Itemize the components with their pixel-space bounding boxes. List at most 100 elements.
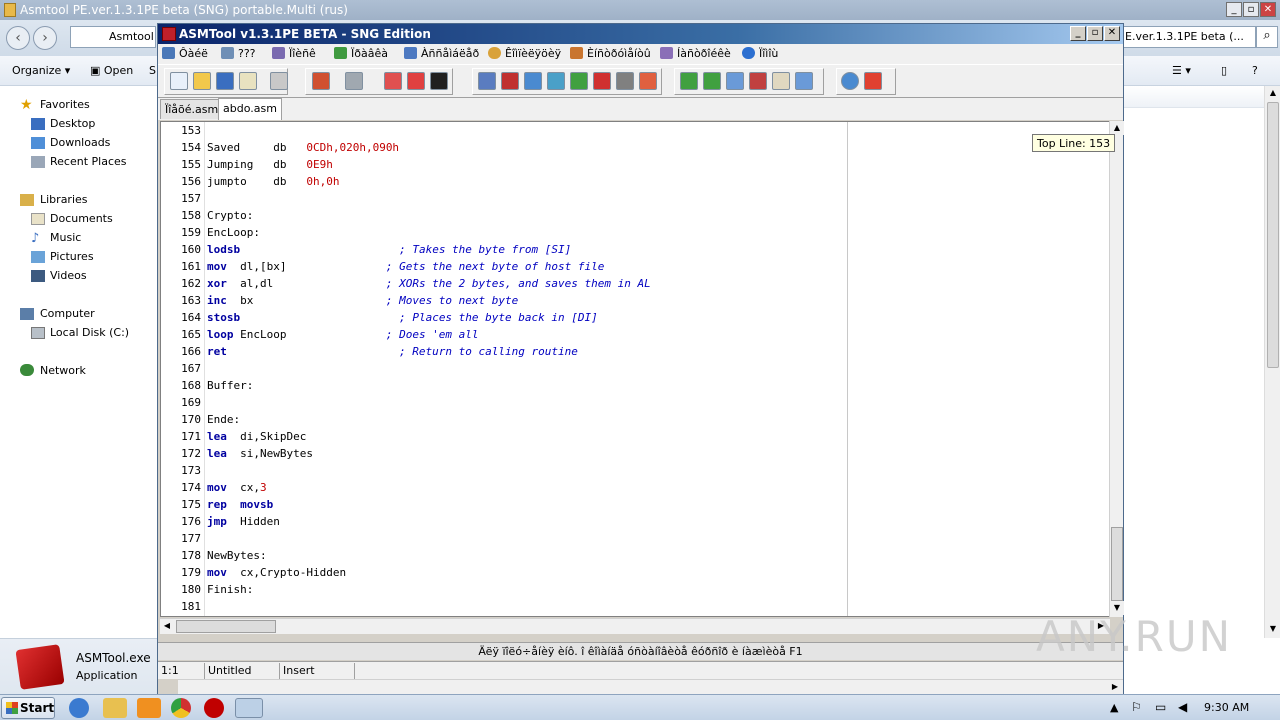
print-icon[interactable]	[270, 72, 288, 90]
check-icon[interactable]	[570, 72, 588, 90]
hammer-icon[interactable]	[312, 72, 330, 90]
app-minimize-button[interactable]: _	[1070, 26, 1086, 41]
code-line[interactable]: mov cx,Crypto-Hidden	[207, 566, 346, 579]
scroll-up-icon[interactable]: ▲	[1110, 121, 1124, 135]
code-line[interactable]: lea si,NewBytes	[207, 447, 313, 460]
clock[interactable]: 9:30 AM	[1204, 701, 1249, 714]
clipboard-icon[interactable]	[547, 72, 565, 90]
code-line[interactable]: EncLoop:	[207, 226, 260, 239]
volume-icon[interactable]: ◀	[1178, 700, 1187, 714]
asmtool-taskbar-button[interactable]	[235, 698, 263, 718]
close-button[interactable]: ✕	[1260, 2, 1276, 17]
menu-tools[interactable]: Èíñòðóìåíòû	[570, 47, 651, 60]
forward-icon[interactable]: ›	[33, 26, 57, 50]
share-button[interactable]: S	[149, 64, 156, 77]
menu-correction[interactable]: Ïðàâêà	[334, 47, 388, 60]
code-line[interactable]: Crypto:	[207, 209, 253, 222]
menu-search[interactable]: Ïîèñê	[272, 47, 316, 60]
editor-horizontal-scrollbar[interactable]: ◀ ▶	[160, 618, 1110, 634]
new-file-icon[interactable]	[170, 72, 188, 90]
code-line[interactable]: jumpto db 0h,0h	[207, 175, 339, 188]
code-editor[interactable]: Saved db 0CDh,020h,090h Jumping db 0E9h ju…	[160, 121, 1110, 617]
cut-icon[interactable]	[749, 72, 767, 90]
binary-icon[interactable]	[593, 72, 611, 90]
code-line[interactable]: rep movsb	[207, 498, 273, 511]
console-icon[interactable]	[430, 72, 448, 90]
nav-documents[interactable]: Documents	[50, 212, 113, 225]
list-icon[interactable]	[478, 72, 496, 90]
code-line[interactable]: NewBytes:	[207, 549, 267, 562]
com-icon[interactable]	[407, 72, 425, 90]
code-line[interactable]: Ende:	[207, 413, 240, 426]
organize-button[interactable]: Organize ▾	[12, 64, 70, 77]
redo-icon[interactable]	[703, 72, 721, 90]
action-center-icon[interactable]: ⚐	[1131, 700, 1142, 714]
opera-icon[interactable]	[204, 698, 224, 718]
tab-file-1[interactable]: Ïîåõé.asm	[160, 99, 224, 119]
address-bar-left[interactable]: Asmtool P	[70, 26, 156, 48]
nav-recent-places[interactable]: Recent Places	[50, 155, 127, 168]
code-line[interactable]: lodsb ; Takes the byte from [SI]	[207, 243, 571, 256]
maximize-button[interactable]: ▫	[1243, 2, 1259, 17]
h-scroll-thumb[interactable]	[176, 620, 276, 633]
open-button[interactable]: ▣ Open	[90, 64, 133, 77]
menu-file[interactable]: Ôàéë	[162, 47, 208, 60]
code-line[interactable]: mov dl,[bx] ; Gets the next byte of host…	[207, 260, 604, 273]
scroll-down-icon[interactable]: ▼	[1266, 622, 1280, 636]
info-icon[interactable]	[841, 72, 859, 90]
menu-compile[interactable]: Êîìïèëÿöèÿ	[488, 47, 561, 60]
scroll-thumb[interactable]	[1111, 527, 1123, 601]
file-list-scrollbar[interactable]: ▲ ▼	[1264, 86, 1280, 638]
code-line[interactable]: Jumping db 0E9h	[207, 158, 333, 171]
menu-assembler[interactable]: Àññåìáëåð	[404, 47, 479, 60]
save-icon[interactable]	[216, 72, 234, 90]
select-all-icon[interactable]	[795, 72, 813, 90]
minimize-button[interactable]: _	[1226, 2, 1242, 17]
scroll-thumb[interactable]	[1267, 102, 1279, 368]
chrome-icon[interactable]	[171, 698, 191, 718]
nav-local-disk[interactable]: Local Disk (C:)	[50, 326, 129, 339]
debug-icon[interactable]	[639, 72, 657, 90]
exe-icon[interactable]	[384, 72, 402, 90]
code-line[interactable]: ret ; Return to calling routine	[207, 345, 578, 358]
tab-file-2[interactable]: abdo.asm	[218, 98, 282, 120]
paste-icon[interactable]	[772, 72, 790, 90]
code-line[interactable]: inc bx ; Moves to next byte	[207, 294, 518, 307]
eraser-icon[interactable]	[616, 72, 634, 90]
save-as-icon[interactable]	[239, 72, 257, 90]
code-line[interactable]: Buffer:	[207, 379, 253, 392]
code-line[interactable]: stosb ; Places the byte back in [DI]	[207, 311, 598, 324]
preview-pane-icon[interactable]: ▯	[1221, 64, 1227, 77]
settings-gear-icon[interactable]	[524, 72, 542, 90]
nav-libraries[interactable]: Libraries	[40, 193, 88, 206]
network-tray-icon[interactable]: ▭	[1155, 700, 1166, 714]
hex-icon[interactable]	[501, 72, 519, 90]
nav-network[interactable]: Network	[40, 364, 86, 377]
scroll-up-icon[interactable]: ▲	[1266, 86, 1280, 100]
copy-icon[interactable]	[726, 72, 744, 90]
nav-desktop[interactable]: Desktop	[50, 117, 95, 130]
explorer-icon[interactable]	[103, 698, 127, 718]
nav-videos[interactable]: Videos	[50, 269, 87, 282]
show-hidden-icons-icon[interactable]: ▲	[1110, 701, 1118, 714]
address-bar-right[interactable]: E.ver.1.3.1PE beta (...	[1122, 26, 1256, 48]
code-line[interactable]: Finish:	[207, 583, 253, 596]
window-horizontal-scrollbar[interactable]: ▶	[178, 679, 1123, 694]
help-icon[interactable]: ?	[1252, 64, 1258, 77]
app-close-button[interactable]: ✕	[1104, 26, 1120, 41]
menu-settings[interactable]: Íàñòðîéêè	[660, 47, 731, 60]
open-folder-icon[interactable]	[193, 72, 211, 90]
code-line[interactable]: xor al,dl ; XORs the 2 bytes, and saves …	[207, 277, 651, 290]
app-maximize-button[interactable]: ▫	[1087, 26, 1103, 41]
nav-computer[interactable]: Computer	[40, 307, 95, 320]
scroll-right-icon[interactable]: ▶	[1108, 680, 1122, 694]
code-line[interactable]: lea di,SkipDec	[207, 430, 306, 443]
back-icon[interactable]: ‹	[6, 26, 30, 50]
nav-favorites[interactable]: Favorites	[40, 98, 90, 111]
nav-downloads[interactable]: Downloads	[50, 136, 110, 149]
code-line[interactable]: loop EncLoop ; Does 'em all	[207, 328, 479, 341]
menu-edit[interactable]: ???	[221, 47, 256, 60]
code-line[interactable]: mov cx,3	[207, 481, 267, 494]
code-line[interactable]: jmp Hidden	[207, 515, 280, 528]
view-options-icon[interactable]: ☰ ▾	[1172, 64, 1191, 77]
